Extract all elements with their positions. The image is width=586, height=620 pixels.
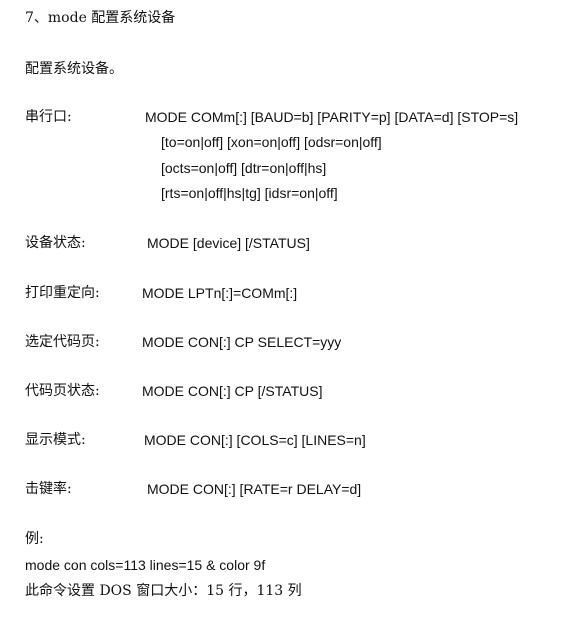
section-label: 显示模式: [25, 432, 86, 448]
section-label: 设备状态: [25, 235, 86, 251]
syntax-line: MODE CON[:] [RATE=r DELAY=d] [147, 481, 362, 497]
syntax-line: MODE CON[:] CP SELECT=yyy [142, 334, 342, 350]
example-note: 此命令设置 DOS 窗口大小：15 行，113 列 [25, 583, 302, 599]
section-label: 串行口: [25, 109, 72, 125]
section-label: 击键率: [25, 481, 72, 497]
syntax-line: MODE [device] [/STATUS] [147, 235, 310, 251]
section-label: 选定代码页: [25, 334, 100, 350]
example-label: 例: [25, 531, 44, 547]
syntax-line: MODE CON[:] [COLS=c] [LINES=n] [144, 432, 366, 448]
doc-heading: 7、mode 配置系统设备 [25, 10, 176, 26]
syntax-line: [to=on|off] [xon=on|off] [odsr=on|off] [161, 134, 382, 150]
syntax-line: MODE COMm[:] [BAUD=b] [PARITY=p] [DATA=d… [145, 109, 519, 125]
section-label: 打印重定向: [25, 285, 100, 301]
section-label: 代码页状态: [25, 383, 100, 399]
syntax-line: MODE LPTn[:]=COMm[:] [142, 285, 298, 301]
doc-intro: 配置系统设备。 [25, 61, 123, 77]
syntax-line: MODE CON[:] CP [/STATUS] [142, 383, 323, 399]
example-command: mode con cols=113 lines=15 & color 9f [25, 557, 266, 573]
syntax-line: [rts=on|off|hs|tg] [idsr=on|off] [161, 185, 338, 201]
syntax-line: [octs=on|off] [dtr=on|off|hs] [161, 160, 327, 176]
